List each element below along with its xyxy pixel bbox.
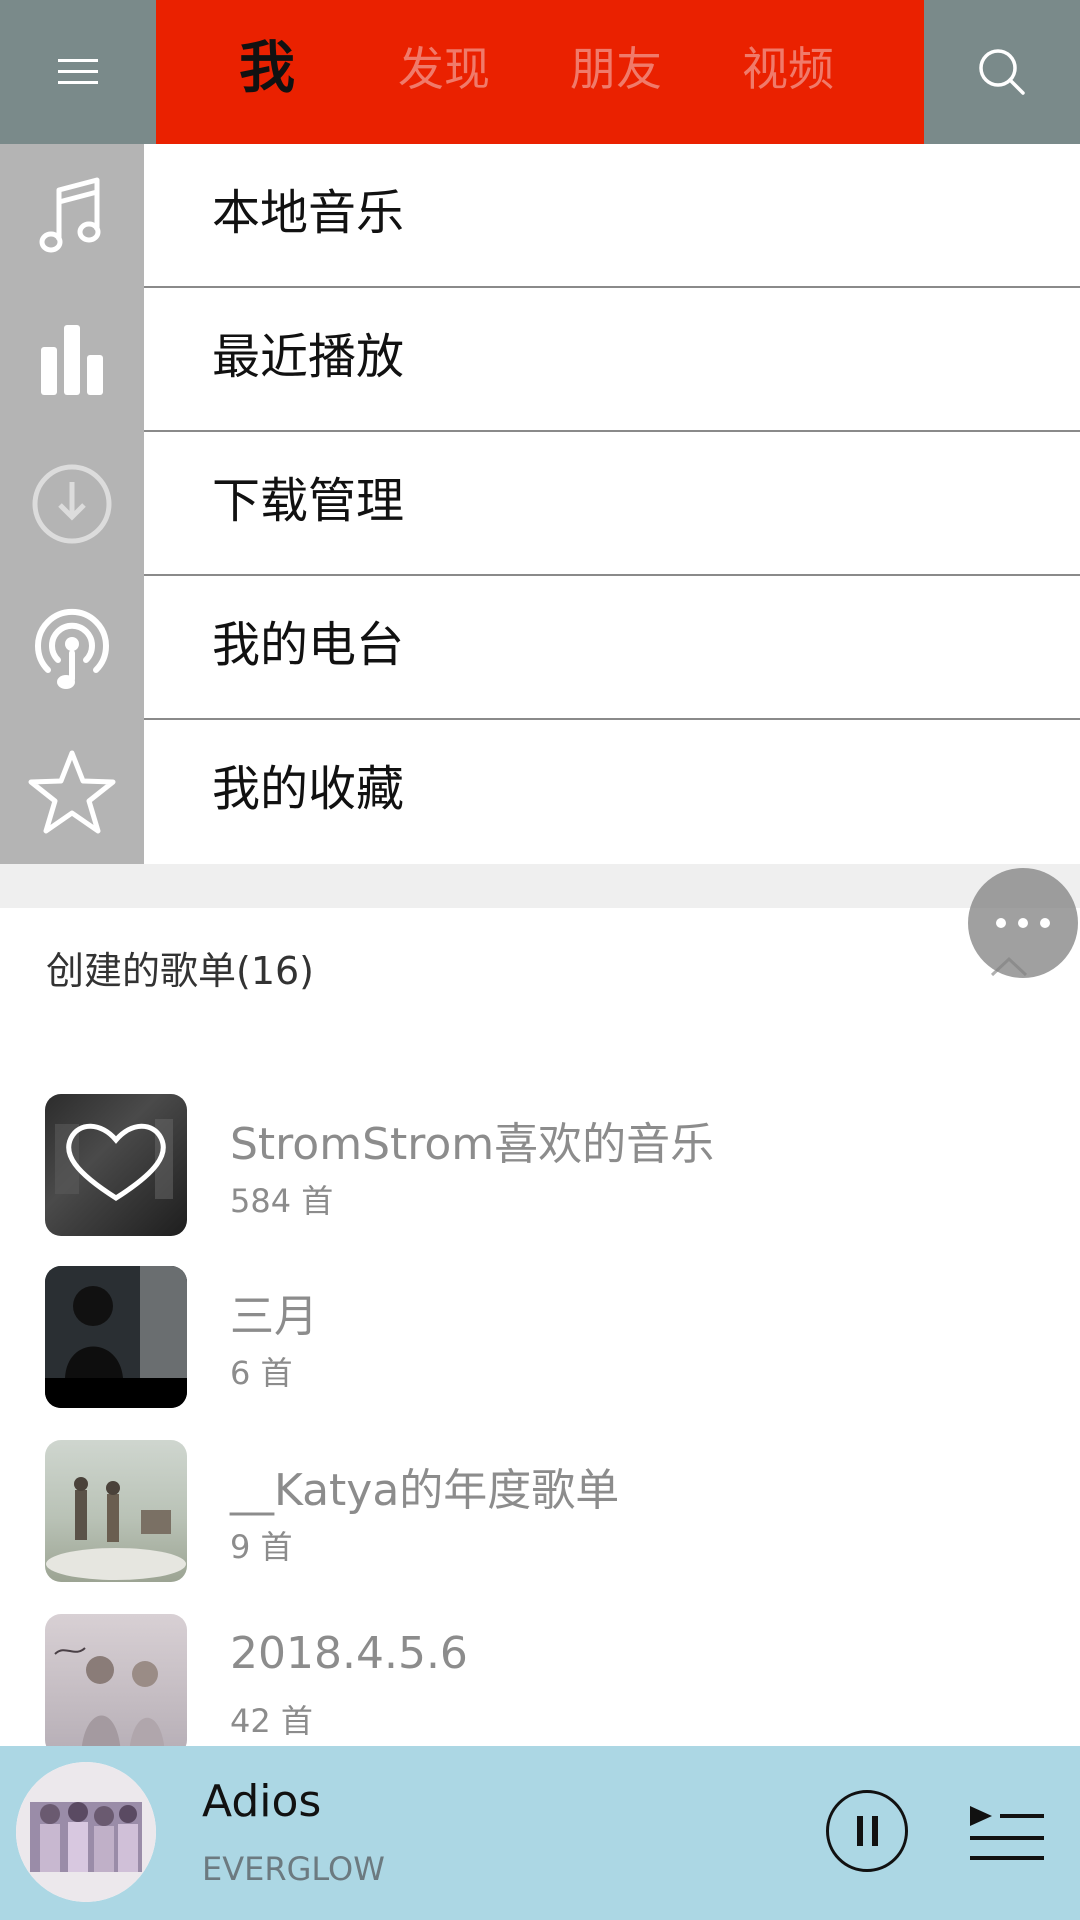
top-tabs: 我的 发现 朋友 视频 <box>156 0 924 239</box>
hamburger-icon <box>58 59 98 84</box>
section-title: 创建的歌单(16) <box>46 949 315 993</box>
menu-label: 最近播放 <box>212 329 405 385</box>
playlist-cover <box>45 1266 187 1408</box>
playlist-item[interactable]: 2018.4.5.6 42 首 <box>0 1614 1080 1764</box>
playlist-name: StromStrom喜欢的音乐 <box>230 1119 715 1170</box>
playlist-item[interactable]: 三月 6 首 <box>0 1266 1080 1416</box>
download-icon <box>32 464 112 544</box>
playlist-cover <box>45 1440 187 1582</box>
search-icon <box>979 49 1025 95</box>
search-button[interactable] <box>924 0 1080 144</box>
more-options-button[interactable] <box>968 868 1078 978</box>
playlist-item[interactable]: StromStrom喜欢的音乐 584 首 <box>0 1094 1080 1244</box>
menu-label: 下载管理 <box>212 473 405 529</box>
music-note-icon <box>39 177 101 253</box>
podcast-icon <box>35 609 109 689</box>
pause-button[interactable] <box>826 1790 908 1872</box>
playlist-count: 9 首 <box>230 1528 293 1566</box>
menu-label: 我的收藏 <box>212 761 405 817</box>
playlist-count: 42 首 <box>230 1702 313 1740</box>
tab-friends[interactable]: 朋友 <box>568 0 664 144</box>
menu-item-my-radio[interactable]: 我的电台 <box>0 576 1080 720</box>
menu-item-local-music[interactable]: 本地音乐 <box>0 144 1080 288</box>
play-queue-icon <box>970 1806 1044 1860</box>
hamburger-menu-button[interactable] <box>0 0 156 144</box>
menu-label: 我的电台 <box>212 617 405 673</box>
playlist-name: __Katya的年度歌单 <box>230 1465 620 1516</box>
bar-chart-icon <box>41 325 103 395</box>
playlist-name: 2018.4.5.6 <box>230 1628 468 1679</box>
song-title: Adios <box>202 1776 322 1827</box>
playlist-name: 三月 <box>230 1291 318 1342</box>
menu-item-favorites[interactable]: 我的收藏 <box>0 720 1080 864</box>
my-music-menu: 本地音乐 最近播放 下载管理 我的电台 我的收藏 <box>0 144 1080 864</box>
section-divider <box>0 864 1080 908</box>
star-icon <box>28 750 116 834</box>
tab-discover[interactable]: 发现 <box>396 0 492 144</box>
playlist-count: 6 首 <box>230 1354 293 1392</box>
pause-icon <box>856 1816 863 1846</box>
playlist-item[interactable]: __Katya的年度歌单 9 首 <box>0 1440 1080 1590</box>
menu-label: 本地音乐 <box>212 185 405 241</box>
album-art <box>16 1762 156 1902</box>
song-artist: EVERGLOW <box>202 1850 385 1888</box>
tab-mine[interactable]: 我的 <box>212 0 322 239</box>
top-bar: 我的 发现 朋友 视频 <box>0 0 1080 239</box>
now-playing-bar[interactable]: Adios EVERGLOW <box>0 1746 1080 1920</box>
playlist-cover <box>45 1614 187 1756</box>
playlist-cover <box>45 1094 187 1236</box>
heart-icon <box>55 1119 173 1201</box>
created-playlists-header[interactable]: 创建的歌单(16) <box>0 908 1080 1028</box>
playlist-count: 584 首 <box>230 1182 334 1220</box>
more-dots-icon <box>996 918 1006 928</box>
menu-item-downloads[interactable]: 下载管理 <box>0 432 1080 576</box>
menu-item-recent-played[interactable]: 最近播放 <box>0 288 1080 432</box>
playlist-queue-button[interactable] <box>966 1792 1046 1872</box>
tab-video[interactable]: 视频 <box>740 0 836 144</box>
